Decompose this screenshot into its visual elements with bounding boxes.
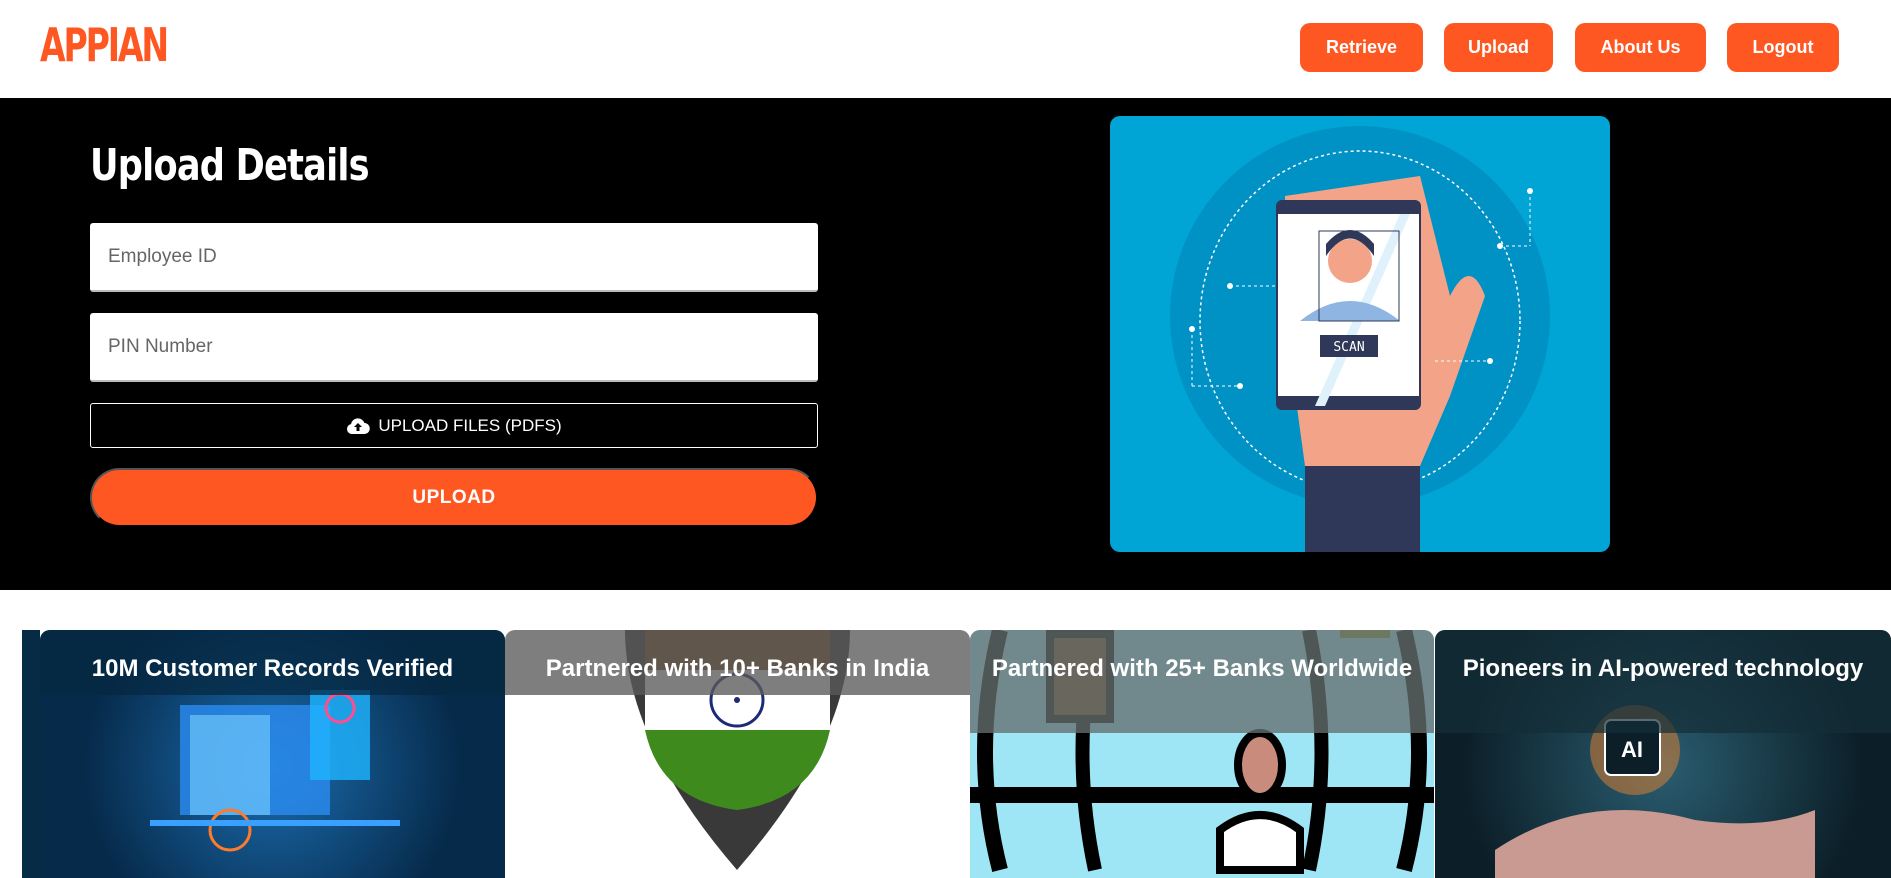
cloud-upload-icon bbox=[347, 417, 371, 434]
upload-files-button[interactable]: UPLOAD FILES (PDFS) bbox=[90, 403, 818, 448]
face-scan-illustration: SCAN bbox=[1110, 116, 1610, 552]
card-title: 10M Customer Records Verified bbox=[40, 630, 505, 695]
employee-id-input[interactable]: Employee ID bbox=[90, 223, 818, 292]
carousel-card-ai[interactable]: AI Pioneers in AI-powered technology bbox=[1435, 630, 1891, 878]
card-title: Partnered with 25+ Banks Worldwide bbox=[970, 630, 1434, 733]
carousel-card-worldwide[interactable]: Partnered with 25+ Banks Worldwide bbox=[970, 630, 1434, 878]
pin-number-input[interactable]: PIN Number bbox=[90, 313, 818, 382]
logout-button[interactable]: Logout bbox=[1727, 23, 1839, 72]
scan-label: SCAN bbox=[1333, 340, 1364, 355]
header: APPIAN Retrieve Upload About Us Logout bbox=[0, 0, 1891, 98]
pin-number-placeholder: PIN Number bbox=[108, 335, 213, 357]
page-title: Upload Details bbox=[90, 140, 370, 191]
carousel-card-partial bbox=[22, 630, 40, 878]
carousel-card-records[interactable]: 10M Customer Records Verified bbox=[40, 630, 505, 878]
upload-files-label: UPLOAD FILES (PDFS) bbox=[378, 415, 562, 435]
retrieve-button[interactable]: Retrieve bbox=[1300, 23, 1423, 72]
card-title: Pioneers in AI-powered technology bbox=[1435, 630, 1891, 733]
logo[interactable]: APPIAN bbox=[40, 18, 169, 72]
upload-nav-button[interactable]: Upload bbox=[1444, 23, 1553, 72]
about-us-button[interactable]: About Us bbox=[1575, 23, 1706, 72]
card-title: Partnered with 10+ Banks in India bbox=[505, 630, 970, 695]
upload-submit-button[interactable]: UPLOAD bbox=[90, 468, 818, 527]
carousel-card-india[interactable]: Partnered with 10+ Banks in India bbox=[505, 630, 970, 878]
svg-text:AI: AI bbox=[1621, 737, 1643, 762]
employee-id-placeholder: Employee ID bbox=[108, 245, 217, 267]
